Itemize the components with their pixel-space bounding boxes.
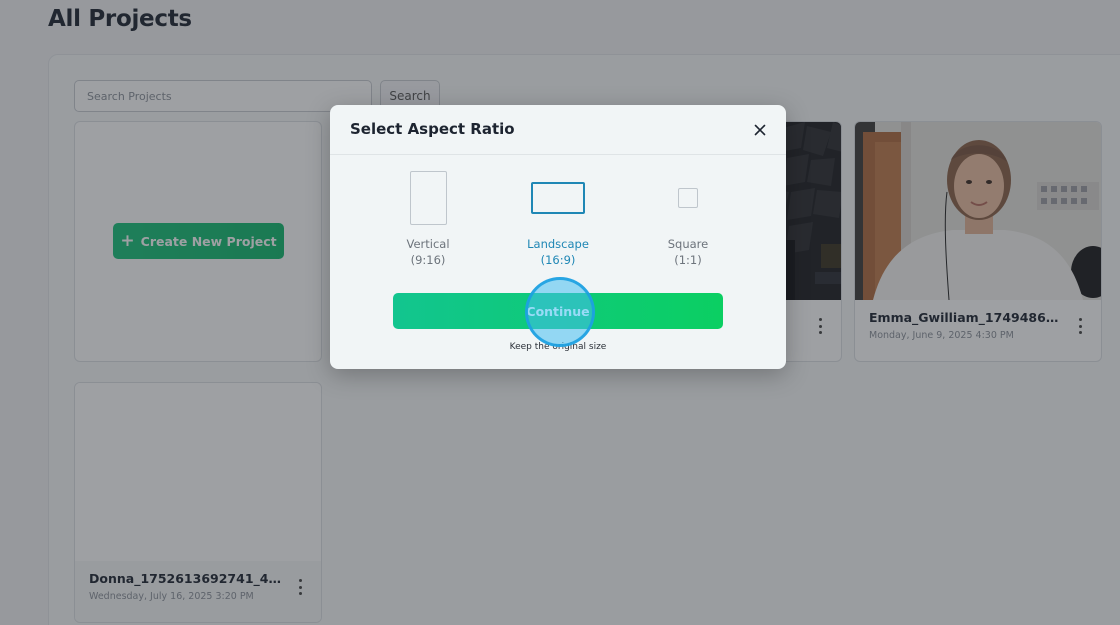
close-button[interactable] xyxy=(750,120,770,140)
dialog-header: Select Aspect Ratio xyxy=(330,105,786,155)
aspect-option-square[interactable]: Square (1:1) xyxy=(633,169,743,269)
aspect-option-landscape[interactable]: Landscape (16:9) xyxy=(503,169,613,269)
close-icon xyxy=(754,124,766,136)
square-ratio-icon xyxy=(678,188,698,208)
continue-button[interactable]: Continue xyxy=(393,293,723,329)
option-ratio: (1:1) xyxy=(674,253,702,267)
option-ratio: (9:16) xyxy=(410,253,446,267)
option-ratio: (16:9) xyxy=(540,253,576,267)
option-name: Square xyxy=(667,237,709,251)
aspect-ratio-dialog: Select Aspect Ratio Vertical (9:16) Land… xyxy=(330,105,786,369)
option-name: Vertical xyxy=(406,237,450,251)
dialog-title: Select Aspect Ratio xyxy=(350,120,515,138)
aspect-option-vertical[interactable]: Vertical (9:16) xyxy=(373,169,483,269)
continue-note: Keep the original size xyxy=(509,342,607,352)
option-name: Landscape xyxy=(527,237,589,251)
landscape-ratio-icon xyxy=(531,182,585,214)
vertical-ratio-icon xyxy=(409,171,447,225)
